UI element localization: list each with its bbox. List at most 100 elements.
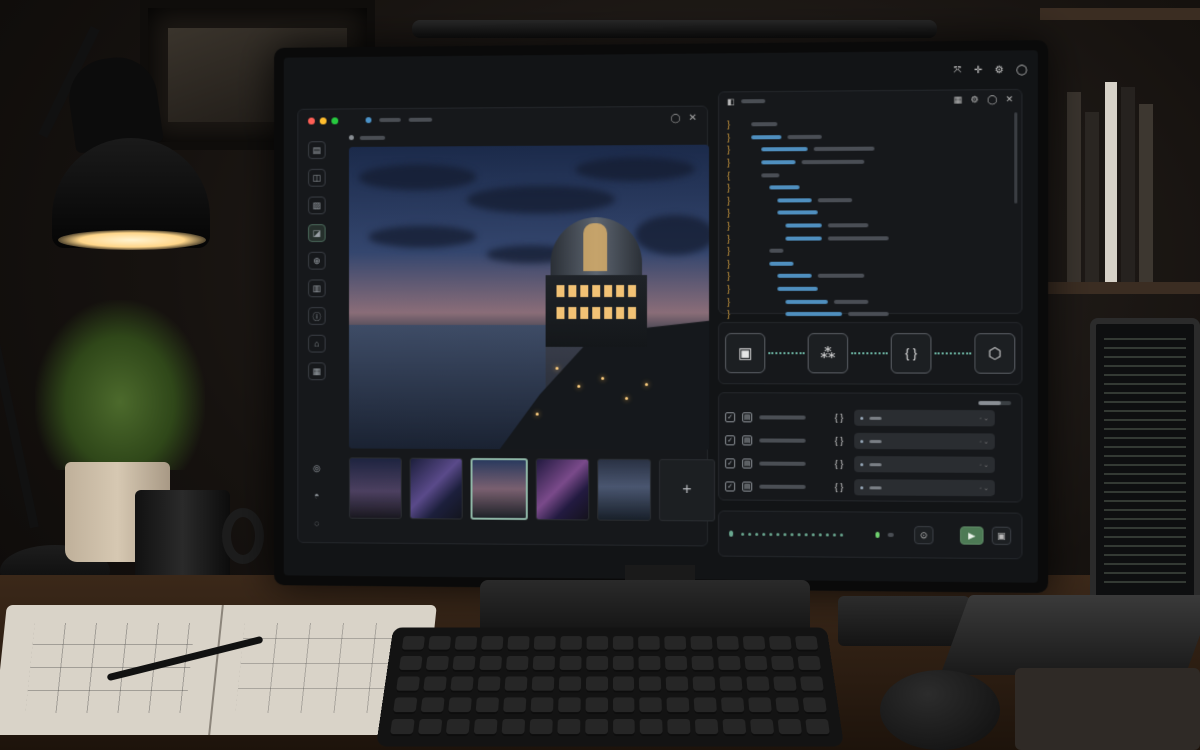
key xyxy=(585,656,608,672)
key xyxy=(612,697,635,715)
progress-dot xyxy=(741,532,745,536)
key xyxy=(452,656,476,672)
code-line: } xyxy=(727,270,1009,283)
window-traffic-lights xyxy=(308,116,339,125)
key xyxy=(389,719,415,737)
refresh-icon[interactable]: ◯ xyxy=(987,94,997,105)
key xyxy=(454,636,478,652)
mapping-row[interactable]: ✓ ▤ { } ◦ ⌄ xyxy=(725,407,1015,428)
user-icon[interactable]: ◓ xyxy=(308,487,326,505)
upload-icon[interactable]: ⊕ xyxy=(308,251,326,270)
code-editor[interactable]: ◧ ▦ ⚙ ◯ ✕ }}}}{}}}}}}}}}}}} xyxy=(718,88,1023,332)
code-token xyxy=(785,299,828,304)
chevron-down-icon[interactable]: ◦ ⌄ xyxy=(980,461,989,468)
thumbnail[interactable] xyxy=(597,458,652,521)
expand-icon[interactable]: ⤧ xyxy=(953,65,961,76)
image-icon[interactable]: ▣ xyxy=(725,333,766,374)
tool-rail: ▤ ◫ ▨ ◪ ⊕ ▥ ⓘ ⌂ ▦ ◎ ◓ ◌ xyxy=(298,131,335,542)
thumbnail[interactable] xyxy=(348,457,402,520)
key xyxy=(477,676,501,693)
key xyxy=(505,656,529,672)
tower-windows xyxy=(556,307,637,319)
document-icon[interactable]: ▤ xyxy=(308,141,326,160)
key xyxy=(690,636,713,652)
checkbox-icon[interactable]: ✓ xyxy=(725,458,736,469)
code-lines: }}}}{}}}}}}}}}}}} xyxy=(727,116,1009,333)
mapping-row[interactable]: ✓ ▤ { } ◦ ⌄ xyxy=(725,476,1015,498)
pipeline-flow: ▣ ⁂ { } ⬡ xyxy=(718,322,1023,385)
file-icon: ▤ xyxy=(742,458,753,469)
play-button[interactable]: ▶ xyxy=(959,526,984,545)
home-icon[interactable]: ⌂ xyxy=(308,334,326,353)
code-token xyxy=(761,160,796,165)
file-icon: ▤ xyxy=(742,481,753,492)
tab-title-placeholder[interactable] xyxy=(408,117,433,122)
image-preview[interactable] xyxy=(348,144,710,451)
chevron-down-icon[interactable]: ◦ ⌄ xyxy=(980,415,989,422)
close-icon[interactable]: ✕ xyxy=(1006,94,1014,105)
value-select[interactable]: ◦ ⌄ xyxy=(854,479,995,497)
settings-icon[interactable]: ⚙ xyxy=(971,94,979,105)
value-select[interactable]: ◦ ⌄ xyxy=(854,456,995,473)
close-window-icon[interactable] xyxy=(308,117,315,125)
refresh-icon[interactable]: ◯ xyxy=(671,112,681,123)
mapping-row[interactable]: ✓ ▤ { } ◦ ⌄ xyxy=(725,453,1015,475)
key xyxy=(744,656,768,672)
cube-icon[interactable]: ⬡ xyxy=(974,333,1016,374)
capture-button[interactable]: ⊙ xyxy=(914,526,934,545)
export-button[interactable]: ▣ xyxy=(991,526,1012,546)
braces-icon[interactable]: { } xyxy=(890,333,932,374)
books xyxy=(1045,82,1200,282)
add-image-button[interactable]: + xyxy=(658,459,716,522)
help-icon[interactable]: ◌ xyxy=(308,514,326,532)
tab-title-placeholder[interactable] xyxy=(379,117,401,123)
layout-icon[interactable]: ▥ xyxy=(308,279,326,298)
progress-track[interactable] xyxy=(741,532,844,537)
globe-icon[interactable]: ◎ xyxy=(308,459,326,477)
checkbox-icon[interactable]: ✓ xyxy=(725,412,736,423)
viewer-header xyxy=(348,135,386,141)
checkbox-icon[interactable]: ✓ xyxy=(725,481,736,492)
code-token xyxy=(769,248,784,253)
layers-icon[interactable]: ◫ xyxy=(308,168,326,187)
crosshair-icon[interactable]: ✛ xyxy=(974,65,983,76)
code-line: } xyxy=(727,244,1009,257)
key xyxy=(480,636,504,652)
grid-icon[interactable]: ▦ xyxy=(308,362,326,381)
progress-dot xyxy=(776,532,780,536)
key xyxy=(612,636,634,652)
network-icon[interactable]: ⁂ xyxy=(807,333,849,374)
zoom-slider[interactable] xyxy=(978,401,1012,406)
pin-icon[interactable]: ▦ xyxy=(954,94,963,105)
settings-icon[interactable]: ⚙ xyxy=(995,65,1004,76)
brace-glyph: } xyxy=(727,157,731,168)
progress-dot xyxy=(818,532,823,536)
mapping-row[interactable]: ✓ ▤ { } ◦ ⌄ xyxy=(725,430,1015,452)
value-select[interactable]: ◦ ⌄ xyxy=(854,432,995,450)
power-icon[interactable]: ◯ xyxy=(1016,65,1027,76)
code-token xyxy=(817,274,865,279)
code-scrollbar[interactable] xyxy=(1014,112,1018,204)
maximize-window-icon[interactable] xyxy=(331,116,339,124)
thumbnail[interactable] xyxy=(409,457,463,520)
key xyxy=(478,656,502,672)
thumbnail[interactable] xyxy=(535,458,590,521)
info-icon[interactable]: ⓘ xyxy=(308,307,326,325)
thumbnail-selected[interactable] xyxy=(470,458,528,521)
key xyxy=(771,656,795,672)
chart-icon[interactable]: ◪ xyxy=(308,224,326,242)
close-icon[interactable]: ✕ xyxy=(689,112,697,123)
minimize-window-icon[interactable] xyxy=(319,116,327,124)
image-icon[interactable]: ▨ xyxy=(308,196,326,215)
key xyxy=(585,697,608,715)
key xyxy=(447,697,472,715)
key xyxy=(507,636,530,652)
chevron-down-icon[interactable]: ◦ ⌄ xyxy=(980,438,989,445)
key xyxy=(802,697,828,715)
code-line: } xyxy=(727,308,1009,321)
checkbox-icon[interactable]: ✓ xyxy=(725,435,736,446)
key xyxy=(558,676,581,693)
code-token xyxy=(817,197,853,203)
chevron-down-icon[interactable]: ◦ ⌄ xyxy=(980,485,989,492)
value-select[interactable]: ◦ ⌄ xyxy=(854,409,995,427)
